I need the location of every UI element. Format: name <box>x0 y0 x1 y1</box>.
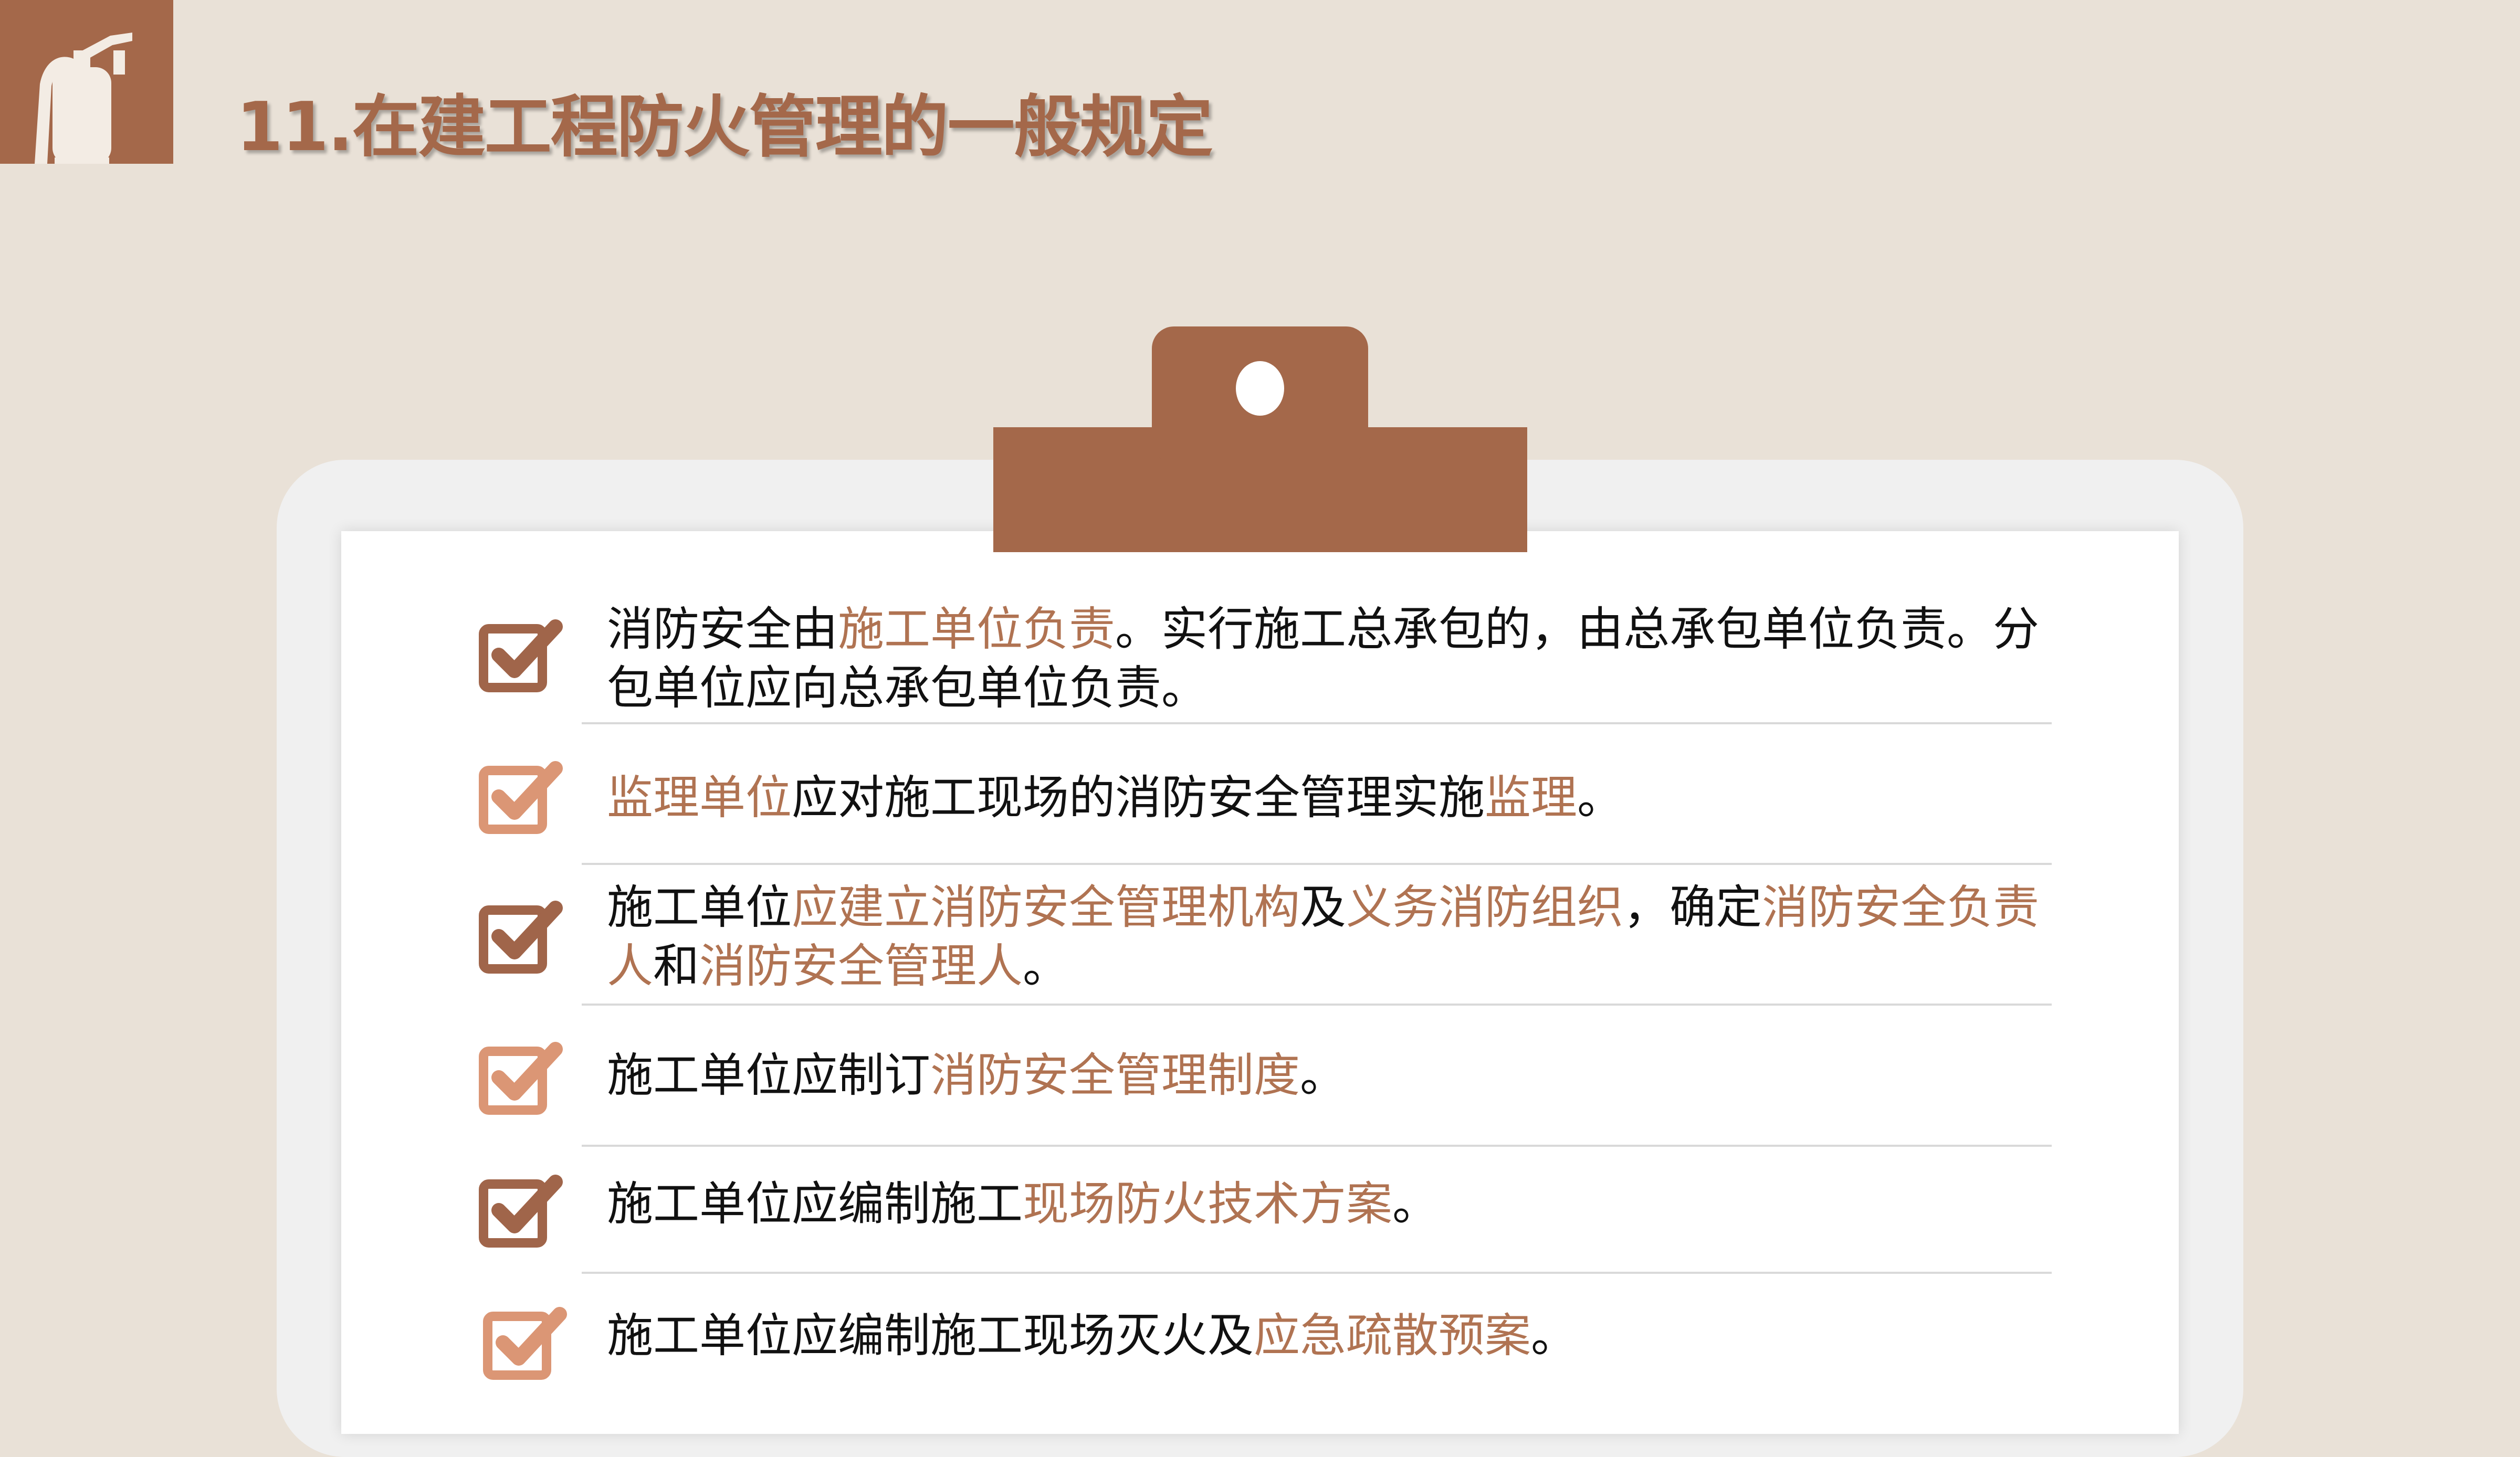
row-divider <box>582 1004 2052 1006</box>
checklist-item-text: 施工单位应编制施工现场灭火及应急疏散预案。 <box>607 1306 2066 1365</box>
highlight-text: 现场防火技术方案 <box>1023 1177 1393 1231</box>
checkbox-checked-icon <box>479 619 563 692</box>
body-text: 应对施工现场的消防安全管理实施 <box>792 770 1485 825</box>
highlight-text: 应建立消防安全管理机构 <box>792 880 1300 934</box>
body-text: 。 <box>1023 939 1069 993</box>
checklist-item-text: 施工单位应建立消防安全管理机构及义务消防组织，确定消防安全负责人和消防安全管理人… <box>607 878 2066 996</box>
checkbox-checked-icon <box>479 761 563 834</box>
fire-extinguisher-icon <box>35 33 132 164</box>
body-text: 和 <box>653 939 700 993</box>
row-divider <box>582 863 2052 865</box>
body-text: ，确定 <box>1623 880 1762 934</box>
body-text: 。 <box>1300 1048 1347 1102</box>
row-divider <box>582 1272 2052 1274</box>
body-text: 。 <box>1531 1308 1578 1363</box>
body-text: 施工单位应编制施工现场灭火及 <box>607 1308 1254 1363</box>
highlight-text: 施工单位负责 <box>838 602 1116 656</box>
highlight-text: 应急疏散预案 <box>1254 1308 1531 1363</box>
checkbox-checked-icon <box>479 1175 563 1248</box>
body-text: 及 <box>1300 880 1347 934</box>
clipboard-clip-icon <box>993 326 1527 552</box>
row-divider <box>582 1145 2052 1147</box>
highlight-text: 义务消防组织 <box>1346 880 1624 934</box>
highlight-text: 消防安全管理制度 <box>930 1048 1300 1102</box>
checklist-item-text: 施工单位应编制施工现场防火技术方案。 <box>607 1175 2066 1233</box>
checkbox-checked-icon <box>479 901 563 974</box>
body-text: 。 <box>1577 770 1624 825</box>
checklist-item-text: 监理单位应对施工现场的消防安全管理实施监理。 <box>607 768 2066 827</box>
highlight-text: 监理 <box>1485 770 1578 825</box>
checkbox-checked-icon <box>483 1307 567 1380</box>
logo-tile <box>0 0 173 164</box>
body-text: 。 <box>1392 1177 1439 1231</box>
body-text: 施工单位 <box>607 880 792 934</box>
page-title: 11.在建工程防火管理的一般规定 <box>236 88 1213 166</box>
body-text: 消防安全由 <box>607 602 838 656</box>
highlight-text: 监理单位 <box>607 770 792 825</box>
row-divider <box>582 722 2052 724</box>
checkbox-checked-icon <box>479 1042 563 1115</box>
body-text: 施工单位应制订 <box>607 1048 931 1102</box>
highlight-text: 消防安全管理人 <box>699 939 1023 993</box>
checklist-item-text: 消防安全由施工单位负责。实行施工总承包的，由总承包单位负责。分包单位应向总承包单… <box>607 600 2066 717</box>
body-text: 施工单位应编制施工 <box>607 1177 1023 1231</box>
checklist-item-text: 施工单位应制订消防安全管理制度。 <box>607 1046 2066 1105</box>
